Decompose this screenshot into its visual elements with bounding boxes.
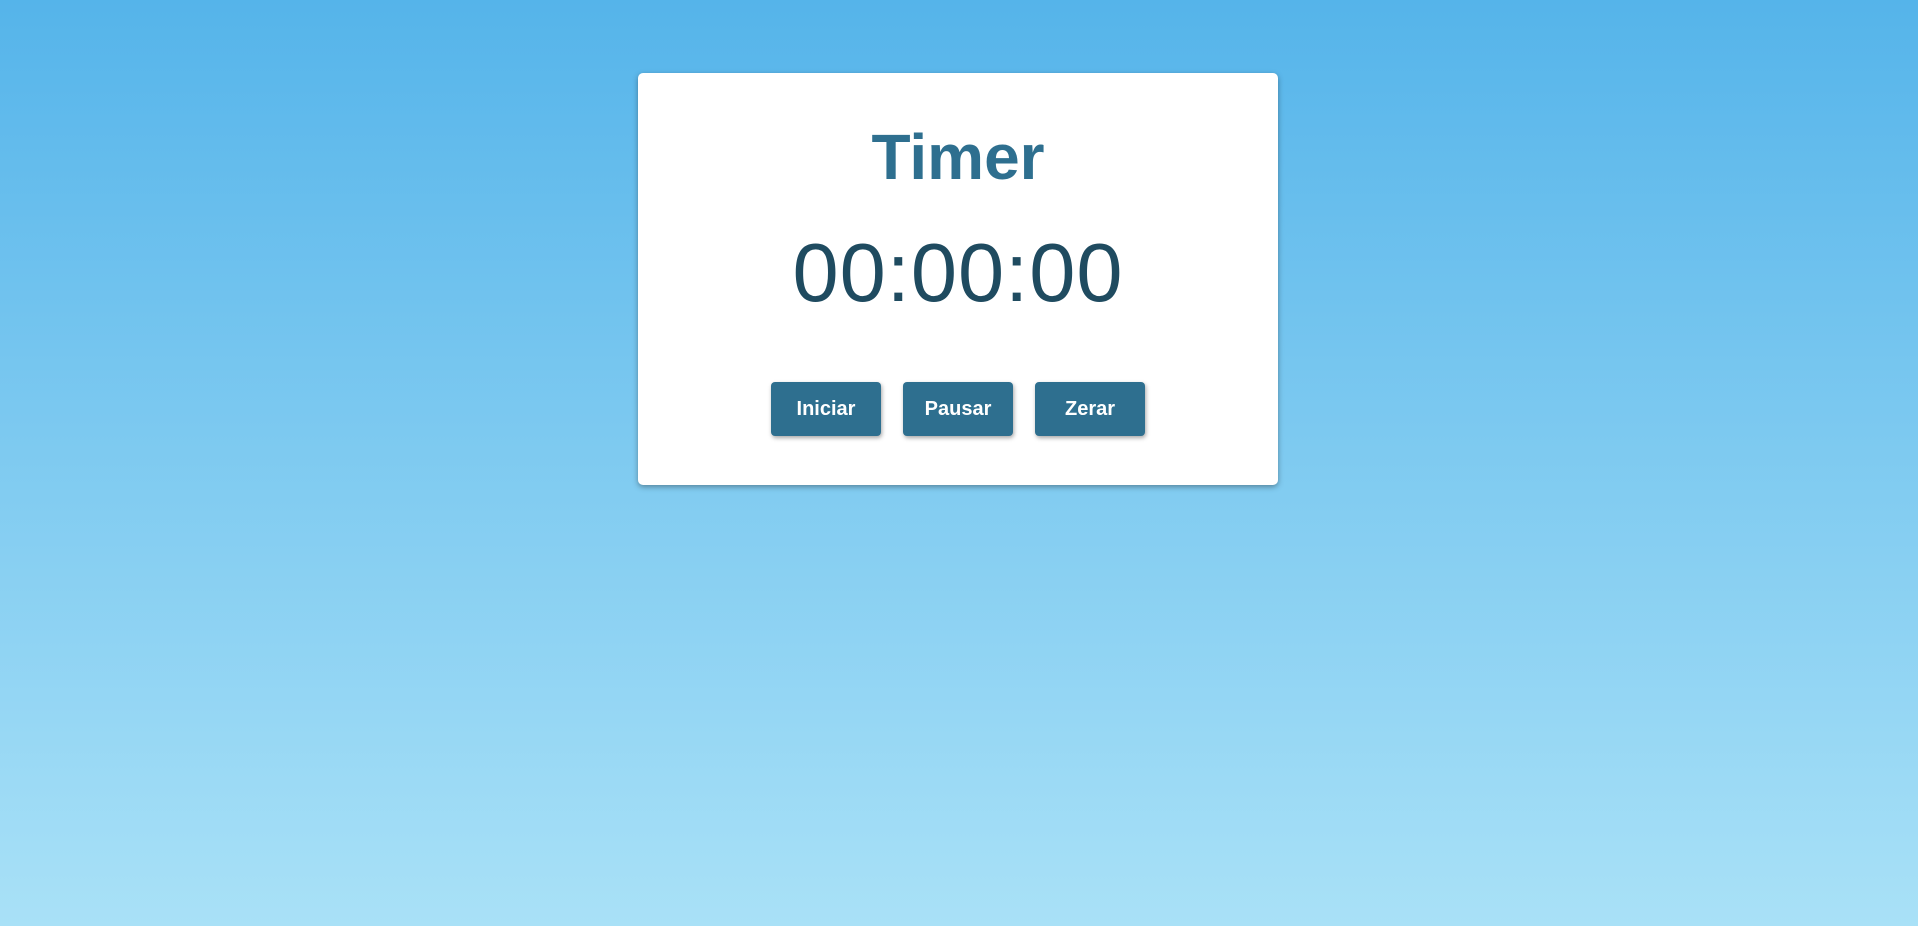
page-title: Timer <box>871 121 1045 193</box>
timer-controls: Iniciar Pausar Zerar <box>638 382 1278 436</box>
timer-display: 00:00:00 <box>792 226 1124 319</box>
pause-button[interactable]: Pausar <box>903 382 1013 436</box>
start-button[interactable]: Iniciar <box>771 382 881 436</box>
timer-card: Timer 00:00:00 Iniciar Pausar Zerar <box>638 73 1278 485</box>
reset-button[interactable]: Zerar <box>1035 382 1145 436</box>
